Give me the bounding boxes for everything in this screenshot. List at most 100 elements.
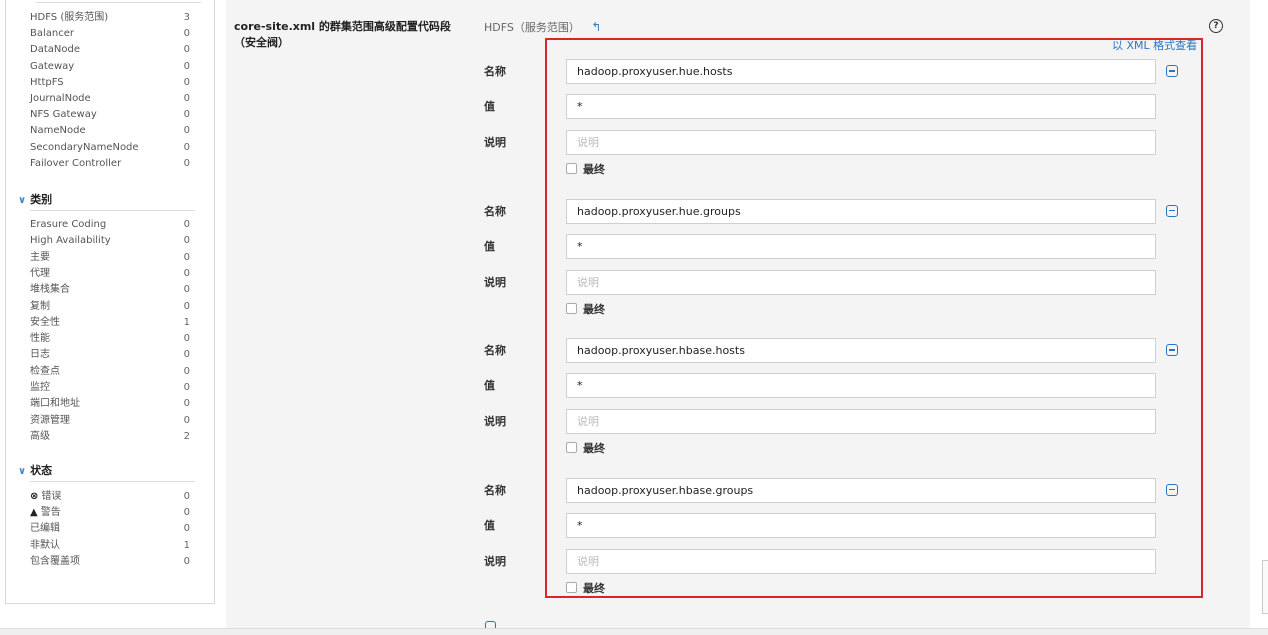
sidebar-filter-item[interactable]: Failover Controller 0 [30,156,190,172]
remove-entry-icon[interactable] [1166,344,1178,356]
sidebar-filter-item[interactable]: 包含覆盖项 0 [30,554,190,570]
filter-count: 0 [183,523,190,535]
sidebar-filter-item[interactable]: NameNode 0 [30,123,190,139]
description-input[interactable]: 说明 [566,130,1156,155]
checkbox-icon[interactable] [566,163,577,174]
filter-label: NameNode [30,123,86,139]
name-input[interactable]: hadoop.proxyuser.hue.hosts [566,59,1156,84]
sidebar-filter-item[interactable]: 代理 0 [30,266,190,282]
name-input[interactable]: hadoop.proxyuser.hbase.groups [566,477,1156,503]
sidebar-filter-item[interactable]: 监控 0 [30,380,190,396]
filter-count: 1 [183,316,190,328]
undo-icon[interactable]: ↰ [591,20,601,34]
filter-count: 0 [183,284,190,296]
filter-label: 监控 [30,380,50,396]
filter-label-text: 错误 [41,491,62,502]
name-input[interactable]: hadoop.proxyuser.hbase.hosts [566,338,1156,363]
remove-entry-icon[interactable] [1166,65,1178,77]
sidebar-section-heading[interactable]: ∨ 状态 [18,463,52,480]
sidebar-filter-item[interactable]: 非默认 1 [30,538,190,554]
filter-label-text: NFS Gateway [30,109,97,121]
filter-count: 0 [183,125,190,137]
filter-label-text: 警告 [40,507,61,519]
remove-entry-icon[interactable] [1166,483,1178,496]
final-checkbox[interactable]: 最终 [566,442,605,456]
remove-entry-icon[interactable] [1166,204,1178,217]
checkbox-icon[interactable] [566,581,577,593]
sidebar-filter-item[interactable]: 性能 0 [30,331,190,347]
filter-count: 0 [183,60,190,72]
section-heading-text: 类别 [30,193,53,206]
filter-count: 0 [183,398,190,410]
filter-count: 0 [183,365,190,377]
view-as-xml-link[interactable]: 以 XML 格式查看 [1112,39,1197,53]
filter-label-text: 主要 [30,251,50,263]
filter-label-text: Erasure Coding [30,219,107,230]
value-input[interactable]: * [566,512,1156,538]
sidebar-filter-item[interactable]: ▲ 警告 0 [30,505,190,521]
property-title: core-site.xml 的群集范围高级配置代码段（安全阀） [234,20,451,49]
sidebar-filter-item[interactable]: 高级 2 [30,429,190,445]
name-input[interactable]: hadoop.proxyuser.hue.groups [566,198,1156,224]
sidebar-filter-item[interactable]: 复制 0 [30,299,190,315]
final-checkbox[interactable]: 最终 [566,302,605,317]
sidebar-filter-item[interactable]: 端口和地址 0 [30,396,190,412]
sidebar-section-heading[interactable]: ∨ 类别 [18,192,52,209]
filter-label-text: 堆栈集合 [30,284,70,296]
sidebar-filter-item[interactable]: HttpFS 0 [30,75,190,91]
filter-count: 0 [183,507,190,519]
filter-count: 0 [183,44,190,56]
filter-label: 日志 [30,347,50,363]
filter-label-text: Failover Controller [30,157,122,169]
description-input[interactable]: 说明 [566,548,1156,574]
final-checkbox[interactable]: 最终 [566,163,605,177]
filter-label: 检查点 [30,364,60,380]
final-checkbox[interactable]: 最终 [566,581,605,596]
checkbox-icon[interactable] [566,442,577,453]
sidebar-filter-item[interactable]: 已编辑 0 [30,521,190,537]
sidebar-filter-item[interactable]: 日志 0 [30,347,190,363]
filter-count: 0 [183,555,190,567]
sidebar-filter-item[interactable]: 检查点 0 [30,364,190,380]
value-input[interactable]: * [566,94,1156,119]
filter-label: Erasure Coding [30,217,106,233]
sidebar-filter-item[interactable]: 资源管理 0 [30,413,190,429]
sidebar-divider [30,481,195,482]
filter-label: SecondaryNameNode [30,140,139,156]
sidebar-filter-item[interactable]: Balancer 0 [30,26,190,42]
sidebar-filter-item[interactable]: 堆栈集合 0 [30,282,190,298]
name-label: 名称 [484,483,506,497]
filter-label-text: Balancer [30,28,74,40]
filter-label: 资源管理 [30,413,70,429]
sidebar-filter-item[interactable]: NFS Gateway 0 [30,107,190,123]
filter-count: 0 [183,491,190,502]
filter-count: 0 [183,141,190,153]
name-label: 名称 [484,204,506,218]
checkbox-icon[interactable] [566,302,577,314]
filter-label: 复制 [30,299,50,315]
filter-label-text: 复制 [30,300,50,312]
sidebar-filter-item[interactable]: ⊗ 错误 0 [30,489,190,505]
value-input[interactable]: * [566,373,1156,398]
sidebar-filter-item[interactable]: 安全性 1 [30,315,190,331]
description-input[interactable]: 说明 [566,409,1156,434]
filter-label: 主要 [30,250,50,266]
help-icon[interactable]: ? [1209,19,1223,33]
sidebar-filter-item[interactable]: Erasure Coding 0 [30,217,190,233]
filter-label: 非默认 [30,538,60,554]
sidebar-filter-item[interactable]: 主要 0 [30,250,190,266]
filter-count: 1 [183,539,190,551]
filter-label: 端口和地址 [30,396,80,412]
sidebar-filter-item[interactable]: JournalNode 0 [30,91,190,107]
filter-label: Gateway [30,59,74,75]
filter-count: 0 [183,93,190,104]
sidebar-filter-item[interactable]: DataNode 0 [30,42,190,58]
description-input[interactable]: 说明 [566,269,1156,295]
sidebar-filter-item[interactable]: SecondaryNameNode 0 [30,140,190,156]
side-tab[interactable] [1262,560,1268,614]
sidebar-filter-item[interactable]: High Availability 0 [30,233,190,249]
sidebar-filter-item[interactable]: Gateway 0 [30,59,190,75]
sidebar-filter-item[interactable]: HDFS (服务范围) 3 [30,10,190,26]
value-input[interactable]: * [566,233,1156,259]
filter-label-text: 安全性 [30,316,60,328]
